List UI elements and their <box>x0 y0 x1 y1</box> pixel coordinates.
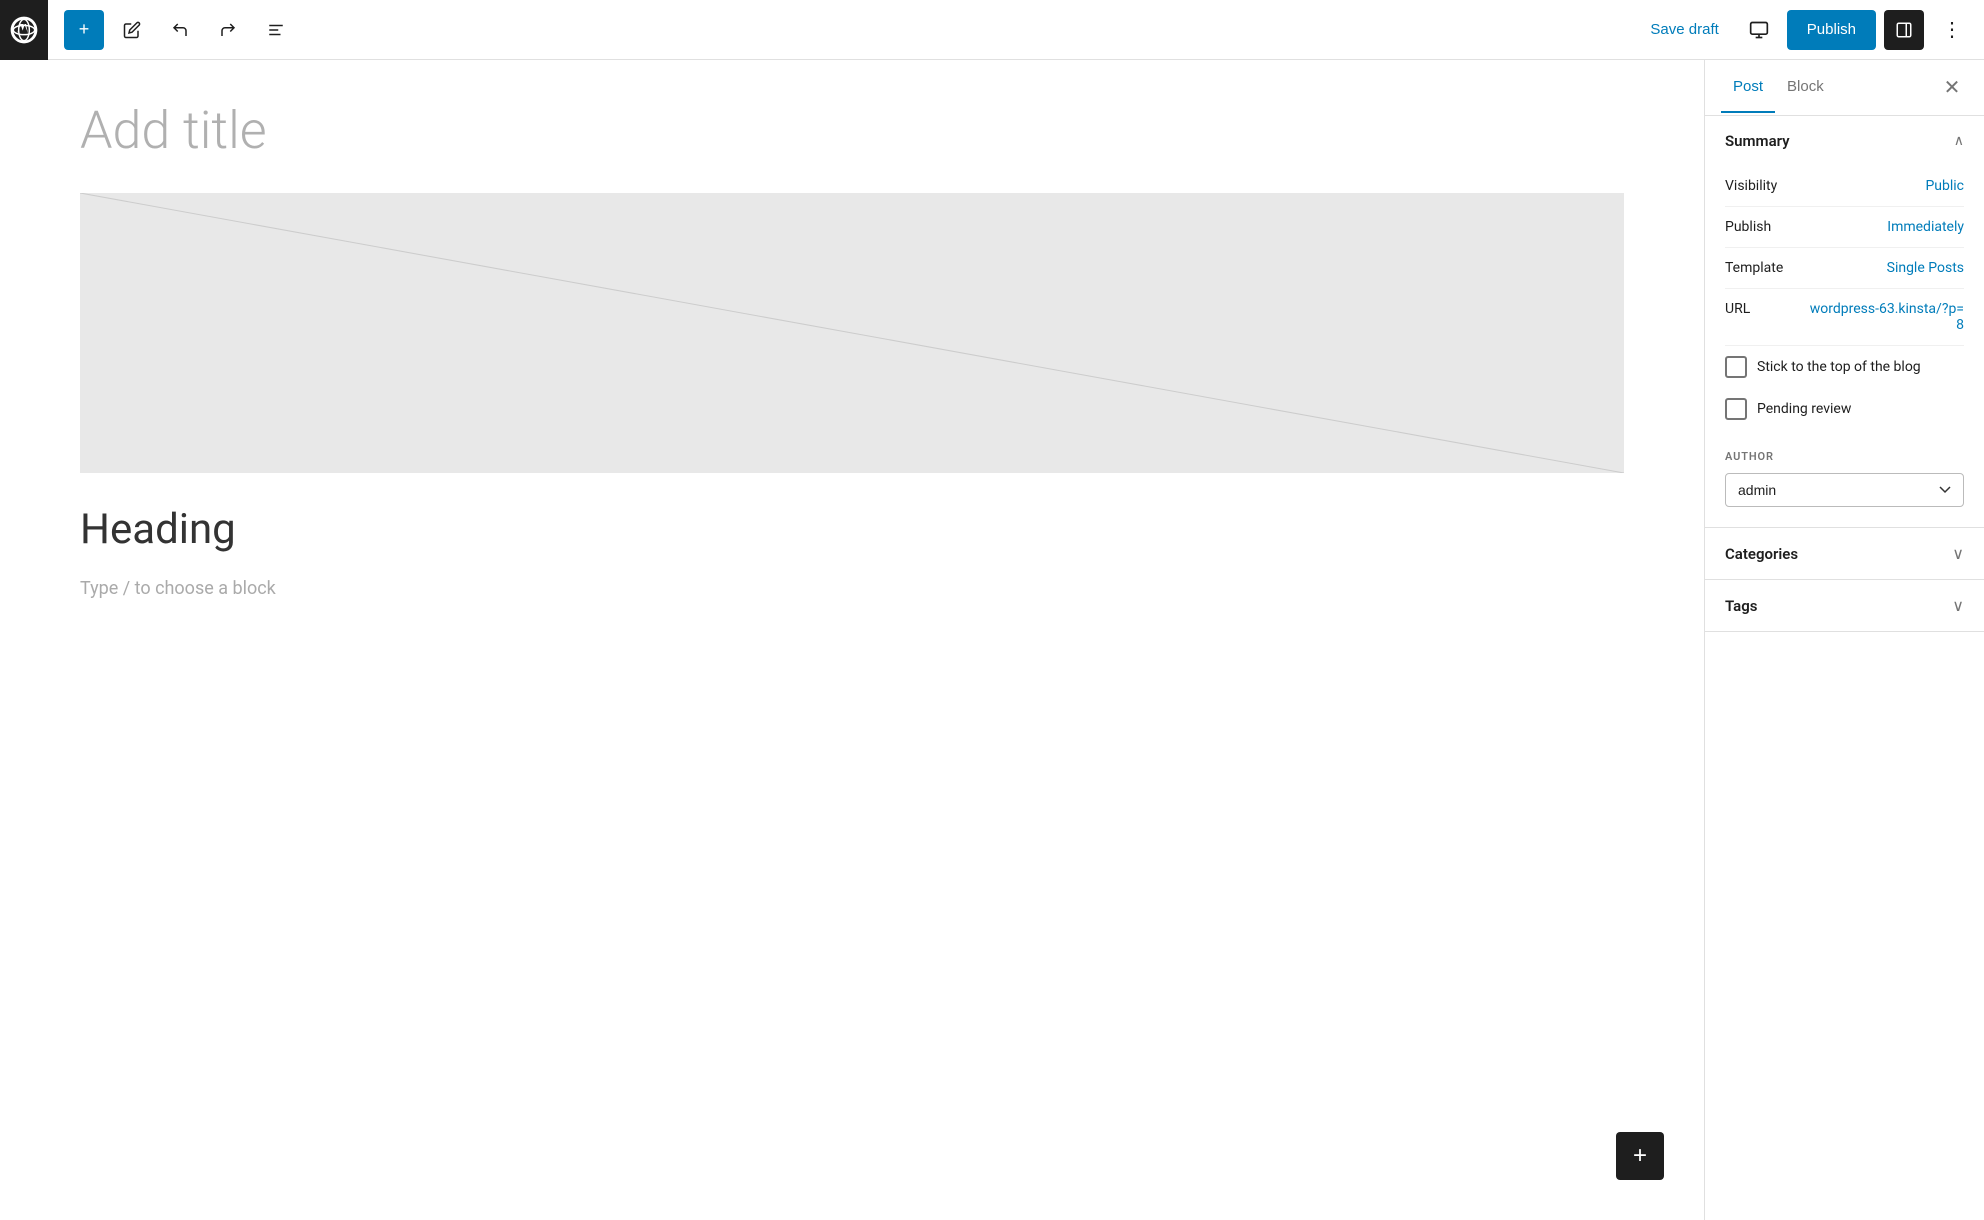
tab-post[interactable]: Post <box>1721 62 1775 113</box>
tags-chevron-icon: ∨ <box>1952 596 1964 615</box>
url-row: URL wordpress-63.kinsta/?p=8 <box>1725 289 1964 346</box>
author-select[interactable]: admin <box>1725 473 1964 507</box>
author-section: AUTHOR admin <box>1705 450 1984 527</box>
redo-icon <box>219 21 237 39</box>
list-view-icon <box>267 21 285 39</box>
settings-sidebar-toggle-button[interactable] <box>1884 10 1924 50</box>
summary-panel: Summary ∧ Visibility Public Publish Imme… <box>1705 116 1984 528</box>
summary-panel-header[interactable]: Summary ∧ <box>1705 116 1984 166</box>
redo-button[interactable] <box>208 10 248 50</box>
settings-sidebar-icon <box>1895 21 1913 39</box>
categories-panel-title: Categories <box>1725 545 1798 563</box>
save-draft-button[interactable]: Save draft <box>1638 13 1730 46</box>
publish-time-row: Publish Immediately <box>1725 207 1964 248</box>
pending-review-checkbox[interactable] <box>1725 398 1747 420</box>
summary-panel-body: Visibility Public Publish Immediately Te… <box>1705 166 1984 450</box>
template-row: Template Single Posts <box>1725 248 1964 289</box>
ellipsis-icon: ⋮ <box>1942 17 1962 42</box>
add-block-fab-icon: + <box>1633 1142 1647 1170</box>
plus-icon: + <box>79 19 90 40</box>
edit-tool-button[interactable] <box>112 10 152 50</box>
document-overview-button[interactable] <box>256 10 296 50</box>
topbar: + Save draft Publi <box>0 0 1984 60</box>
pending-review-label: Pending review <box>1757 401 1851 417</box>
image-placeholder-graphic <box>80 193 1624 473</box>
close-icon: ✕ <box>1944 75 1961 100</box>
summary-chevron-icon: ∧ <box>1954 133 1964 149</box>
pencil-icon <box>123 21 141 39</box>
preview-button[interactable] <box>1739 10 1779 50</box>
tab-block[interactable]: Block <box>1775 62 1836 113</box>
url-value[interactable]: wordpress-63.kinsta/?p=8 <box>1804 301 1964 333</box>
publish-button[interactable]: Publish <box>1787 10 1876 50</box>
stick-top-label: Stick to the top of the blog <box>1757 359 1921 375</box>
undo-button[interactable] <box>160 10 200 50</box>
more-options-button[interactable]: ⋮ <box>1932 10 1972 50</box>
pending-review-row: Pending review <box>1725 388 1964 430</box>
publish-time-label: Publish <box>1725 219 1771 235</box>
image-block[interactable] <box>80 193 1624 473</box>
url-label: URL <box>1725 301 1750 317</box>
visibility-row: Visibility Public <box>1725 166 1964 207</box>
undo-icon <box>171 21 189 39</box>
post-title-input[interactable]: Add title <box>80 100 1624 161</box>
heading-block[interactable]: Heading <box>80 505 1624 554</box>
add-block-fab-button[interactable]: + <box>1616 1132 1664 1180</box>
paragraph-block[interactable]: Type / to choose a block <box>80 578 1624 599</box>
summary-panel-title: Summary <box>1725 132 1790 150</box>
add-block-topbar-button[interactable]: + <box>64 10 104 50</box>
main-layout: Add title Heading Type / to choose a blo… <box>0 60 1984 1220</box>
template-label: Template <box>1725 260 1783 276</box>
stick-top-row: Stick to the top of the blog <box>1725 346 1964 388</box>
settings-sidebar: Post Block ✕ Summary ∧ Visibility Public… <box>1704 60 1984 1220</box>
wp-logo-icon <box>8 14 40 46</box>
publish-time-value[interactable]: Immediately <box>1887 219 1964 235</box>
visibility-label: Visibility <box>1725 178 1777 194</box>
preview-icon <box>1749 20 1769 40</box>
wordpress-logo[interactable] <box>0 0 48 60</box>
visibility-value[interactable]: Public <box>1925 178 1964 194</box>
template-value[interactable]: Single Posts <box>1887 260 1964 276</box>
sidebar-tabs: Post Block ✕ <box>1705 60 1984 116</box>
categories-panel-header[interactable]: Categories ∨ <box>1705 528 1984 580</box>
editor-area: Add title Heading Type / to choose a blo… <box>0 60 1704 1220</box>
sidebar-close-button[interactable]: ✕ <box>1936 72 1968 104</box>
tags-panel-title: Tags <box>1725 597 1758 615</box>
author-section-label: AUTHOR <box>1725 450 1964 463</box>
stick-top-checkbox[interactable] <box>1725 356 1747 378</box>
tags-panel-header[interactable]: Tags ∨ <box>1705 580 1984 632</box>
categories-chevron-icon: ∨ <box>1952 544 1964 563</box>
